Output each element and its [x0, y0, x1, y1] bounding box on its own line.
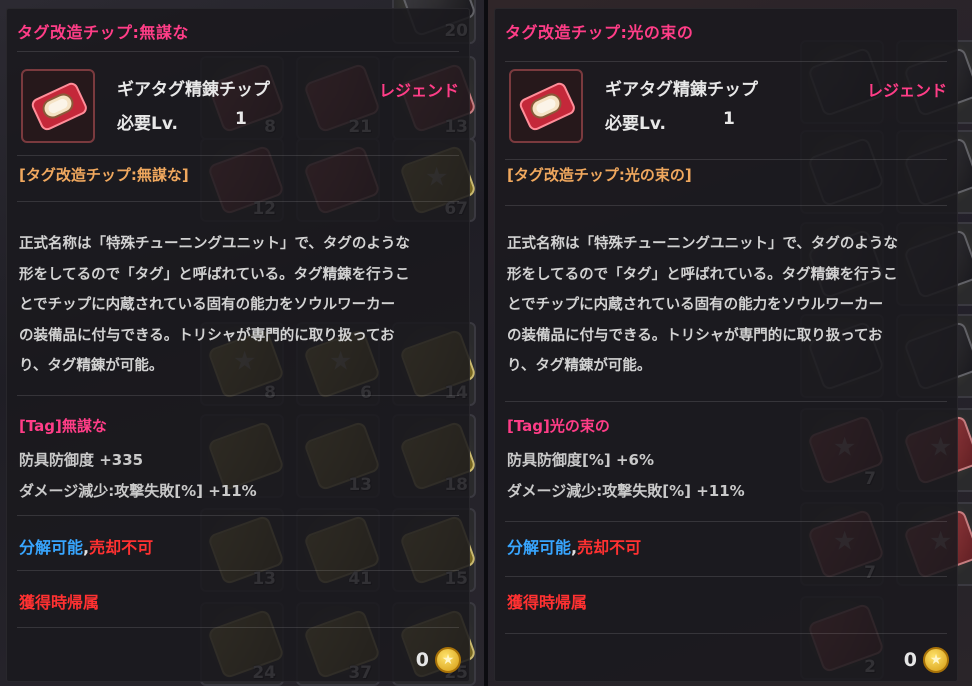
divider: [17, 515, 459, 516]
tooltip-title: タグ改造チップ:無謀な: [17, 23, 189, 42]
disassemble-status: 分解可能: [507, 538, 572, 557]
bind-on-acquire: 獲得時帰属: [19, 593, 100, 612]
item-tooltip: タグ改造チップ:光の束の ギアタグ精錬チップ 必要Lv. 1 レジェンド [タグ…: [494, 8, 958, 682]
stat-line: 防具防御度[%] +6%: [507, 451, 654, 469]
item-tooltip: タグ改造チップ:無謀な ギアタグ精錬チップ 必要Lv. 1 レジェンド [タグ改…: [6, 8, 470, 682]
divider: [17, 395, 459, 396]
description-line: り、タグ精錬が可能。: [507, 358, 652, 374]
item-subtitle: [タグ改造チップ:無謀な]: [19, 166, 189, 184]
divider: [505, 205, 947, 206]
description-line: とでチップに内蔵されている固有の能力をソウルワーカー: [507, 297, 884, 313]
item-name: ギアタグ精錬チップ: [117, 80, 270, 100]
gear-tag-chip-icon: [509, 69, 583, 143]
stat-line: ダメージ減少:攻撃失敗[%] +11%: [19, 482, 257, 500]
divider: [17, 51, 459, 52]
description-line: とでチップに内蔵されている固有の能力をソウルワーカー: [19, 297, 396, 313]
divider: [505, 401, 947, 402]
item-name: ギアタグ精錬チップ: [605, 80, 758, 100]
disassemble-status: 分解可能: [19, 538, 84, 557]
tag-title: [Tag]光の束の: [507, 417, 610, 435]
no-sell-status: 売却不可: [89, 538, 154, 557]
stat-line: ダメージ減少:攻撃失敗[%] +11%: [507, 482, 745, 500]
description-line: の装備品に付与できる。トリシャが専門的に取り扱ってお: [507, 327, 883, 344]
item-description: 正式名称は「特殊チューニングユニット」で、タグのような 形をしてるので「タグ」と…: [507, 229, 952, 382]
price: 0 ★: [416, 647, 461, 673]
tag-title: [Tag]無謀な: [19, 417, 107, 435]
required-level-value: 1: [723, 109, 735, 129]
description-line: の装備品に付与できる。トリシャが専門的に取り扱ってお: [19, 327, 395, 344]
description-line: 形をしてるので「タグ」と呼ばれている。タグ精錬を行うこ: [507, 266, 898, 283]
item-subtitle: [タグ改造チップ:光の束の]: [507, 166, 692, 184]
rarity-label: レジェンド: [378, 81, 459, 100]
divider: [17, 570, 459, 571]
divider: [17, 201, 459, 202]
tooltip-title: タグ改造チップ:光の束の: [505, 23, 694, 42]
description-line: 正式名称は「特殊チューニングユニット」で、タグのような: [19, 236, 410, 252]
no-sell-status: 売却不可: [577, 538, 642, 557]
screenshot-right: 7 7 2 タグ改造チップ:光の束の ギアタグ精錬チップ 必要Lv. 1 レジェ…: [488, 0, 972, 686]
required-level-value: 1: [235, 109, 247, 129]
description-line: 正式名称は「特殊チューニングユニット」で、タグのような: [507, 236, 898, 252]
description-line: り、タグ精錬が可能。: [19, 358, 164, 374]
gear-tag-chip-icon: [21, 69, 95, 143]
item-description: 正式名称は「特殊チューニングユニット」で、タグのような 形をしてるので「タグ」と…: [19, 229, 464, 382]
required-level-label: 必要Lv.: [605, 114, 666, 134]
divider: [505, 61, 947, 62]
bind-on-acquire: 獲得時帰属: [507, 593, 588, 612]
divider: [505, 159, 947, 160]
trade-status: 分解可能,売却不可: [507, 534, 641, 558]
price: 0 ★: [904, 647, 949, 673]
divider: [17, 627, 459, 628]
price-value: 0: [415, 649, 429, 671]
screenshot-left: 20 8 21 13 12 67 8 6 14 13 18 13 41 15 2…: [0, 0, 484, 686]
trade-status: 分解可能,売却不可: [19, 534, 153, 558]
description-line: 形をしてるので「タグ」と呼ばれている。タグ精錬を行うこ: [19, 266, 410, 283]
price-value: 0: [903, 649, 917, 671]
rarity-label: レジェンド: [866, 81, 947, 100]
divider: [505, 576, 947, 577]
stat-line: 防具防御度 +335: [19, 451, 144, 469]
gold-coin-icon: ★: [435, 647, 461, 673]
required-level-label: 必要Lv.: [117, 114, 178, 134]
divider: [17, 155, 459, 156]
gold-coin-icon: ★: [923, 647, 949, 673]
divider: [505, 633, 947, 634]
divider: [505, 521, 947, 522]
